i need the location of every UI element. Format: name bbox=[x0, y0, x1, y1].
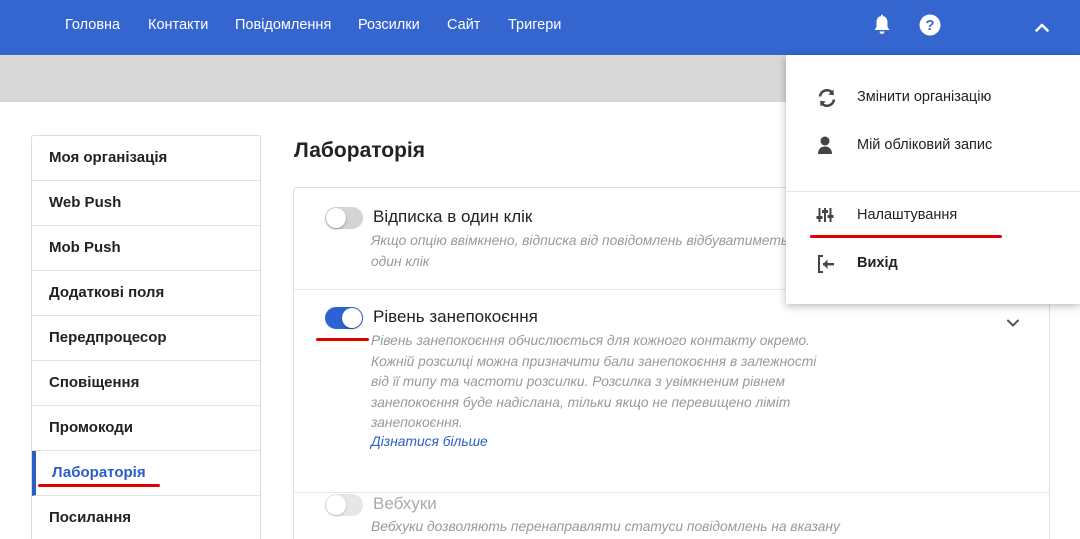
annotation-underline-toggle bbox=[316, 338, 369, 341]
user-dropdown-menu: Змінити організацію Мій обліковий запис … bbox=[786, 55, 1080, 304]
sidebar-item-my-organization[interactable]: Моя організація bbox=[32, 136, 260, 181]
chevron-up-icon[interactable] bbox=[1035, 19, 1049, 32]
sidebar-item-custom-fields[interactable]: Додаткові поля bbox=[32, 271, 260, 316]
feature-title-worry-level: Рівень занепокоєння bbox=[373, 307, 538, 326]
card-divider bbox=[294, 492, 1049, 493]
description-line: один клік bbox=[371, 253, 430, 269]
description-line: Кожній розсилці можна призначити бали за… bbox=[371, 353, 817, 369]
nav-messages[interactable]: Повідомлення bbox=[235, 17, 331, 33]
nav-home[interactable]: Головна bbox=[65, 17, 120, 33]
feature-description-one-click-unsubscribe: Якщо опцію ввімкнено, відписка від повід… bbox=[371, 231, 851, 272]
menu-item-settings[interactable]: Налаштування bbox=[786, 195, 1080, 235]
feature-title-webhooks: Вебхуки bbox=[373, 494, 437, 513]
sidebar-item-preprocessor[interactable]: Передпроцесор bbox=[32, 316, 260, 361]
description-line: Рівень занепокоєння обчислюється для кож… bbox=[371, 333, 811, 348]
sidebar-item-promocodes[interactable]: Промокоди bbox=[32, 406, 260, 451]
nav-site[interactable]: Сайт bbox=[447, 17, 480, 33]
nav-campaigns[interactable]: Розсилки bbox=[358, 17, 420, 33]
description-line: від її типу та частоти розсилки. Розсилк… bbox=[371, 374, 786, 389]
description-line: занепокоєння буде надіслана, тільки якщо… bbox=[371, 394, 791, 410]
annotation-underline-laboratory bbox=[38, 484, 160, 487]
webhooks-toggle[interactable] bbox=[325, 494, 363, 516]
menu-label: Змінити організацію bbox=[857, 89, 992, 105]
nav-triggers[interactable]: Тригери bbox=[508, 17, 561, 33]
feature-title-one-click-unsubscribe: Відписка в один клік bbox=[373, 207, 533, 226]
page-title: Лабораторія bbox=[294, 139, 425, 162]
sidebar-item-laboratory[interactable]: Лабораторія bbox=[32, 451, 260, 496]
learn-more-link[interactable]: Дізнатися більше bbox=[371, 434, 488, 449]
feature-description-worry-level: Рівень занепокоєння обчислюється для кож… bbox=[371, 331, 851, 434]
description-line: Якщо опцію ввімкнено, відписка від повід… bbox=[371, 233, 814, 248]
description-line: занепокоєння. bbox=[371, 415, 463, 430]
toggle-knob bbox=[326, 208, 346, 228]
menu-item-logout[interactable]: Вихід bbox=[786, 243, 1080, 283]
menu-item-my-account[interactable]: Мій обліковий запис bbox=[786, 125, 1080, 165]
sidebar-item-notifications[interactable]: Сповіщення bbox=[32, 361, 260, 406]
help-icon[interactable]: ? bbox=[919, 14, 941, 36]
menu-label: Вихід bbox=[857, 255, 898, 271]
sidebar-item-links[interactable]: Посилання bbox=[32, 496, 260, 539]
sidebar-item-web-push[interactable]: Web Push bbox=[32, 181, 260, 226]
logout-icon bbox=[816, 253, 838, 275]
top-navigation-bar: Головна Контакти Повідомлення Розсилки С… bbox=[0, 0, 1080, 55]
refresh-icon bbox=[816, 87, 838, 109]
worry-level-toggle[interactable] bbox=[325, 307, 363, 329]
user-icon bbox=[816, 135, 838, 157]
annotation-underline-settings bbox=[810, 235, 1002, 238]
bell-icon[interactable] bbox=[872, 14, 892, 36]
chevron-down-icon[interactable] bbox=[1006, 315, 1020, 327]
feature-description-webhooks: Вебхуки дозволяють перенаправляти статус… bbox=[371, 517, 851, 538]
settings-sidebar: Моя організація Web Push Mob Push Додатк… bbox=[31, 135, 261, 539]
toggle-knob bbox=[326, 495, 346, 515]
svg-text:?: ? bbox=[925, 17, 934, 34]
toggle-knob bbox=[342, 308, 362, 328]
one-click-unsubscribe-toggle[interactable] bbox=[325, 207, 363, 229]
menu-item-switch-organization[interactable]: Змінити організацію bbox=[786, 77, 1080, 117]
menu-label: Мій обліковий запис bbox=[857, 137, 993, 153]
menu-divider bbox=[786, 191, 1080, 192]
sliders-icon bbox=[816, 205, 838, 227]
description-line: Вебхуки дозволяють перенаправляти статус… bbox=[371, 519, 840, 534]
sidebar-item-mob-push[interactable]: Mob Push bbox=[32, 226, 260, 271]
nav-contacts[interactable]: Контакти bbox=[148, 17, 208, 33]
menu-label: Налаштування bbox=[857, 207, 958, 223]
